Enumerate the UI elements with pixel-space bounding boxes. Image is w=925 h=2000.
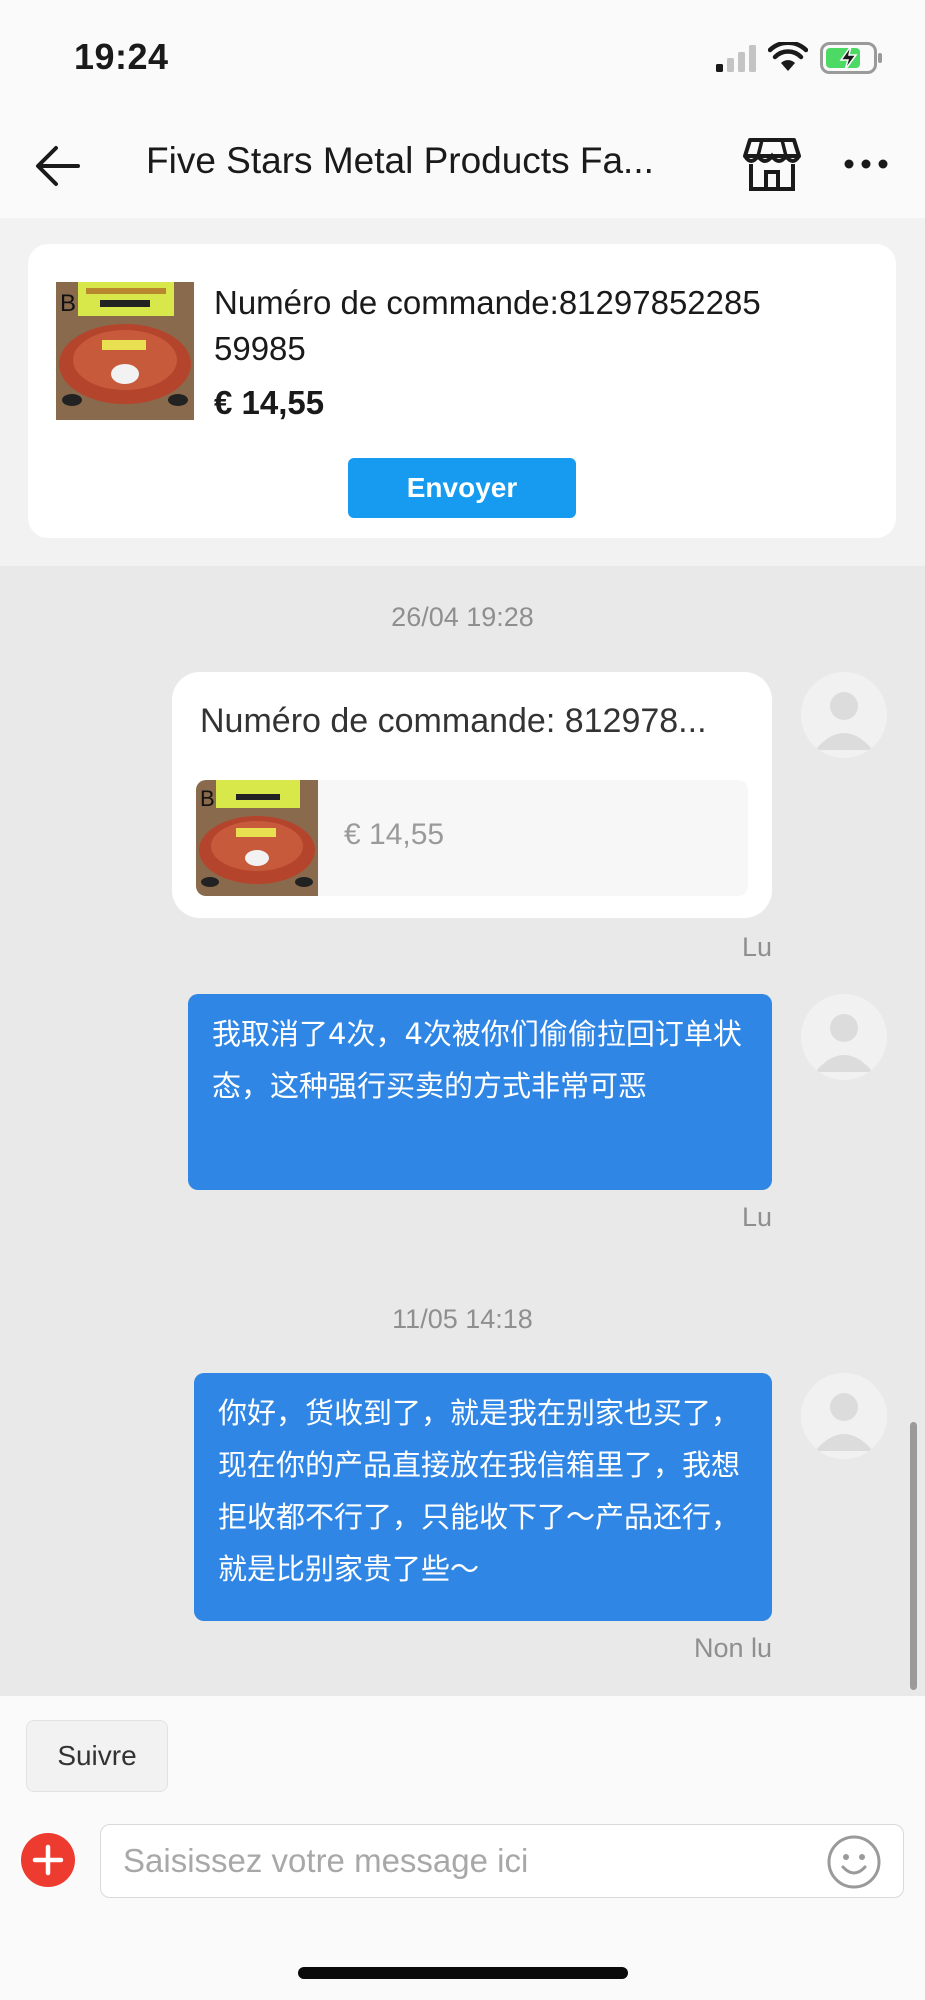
avatar[interactable] bbox=[801, 1373, 887, 1459]
unread-status: Non lu bbox=[693, 1633, 772, 1663]
more-icon[interactable] bbox=[842, 146, 890, 182]
thumb-label: B bbox=[200, 786, 215, 811]
store-name-title: Five Stars Metal Products Fa... bbox=[146, 140, 654, 181]
order-number-label: Numéro de commande:8129785228559985 bbox=[214, 284, 761, 367]
read-status: Lu bbox=[741, 932, 772, 962]
avatar[interactable] bbox=[801, 672, 887, 758]
avatar[interactable] bbox=[801, 994, 887, 1080]
cellular-signal-icon bbox=[716, 45, 756, 72]
message-input[interactable] bbox=[100, 1824, 904, 1898]
product-thumbnail[interactable]: B bbox=[56, 282, 194, 420]
thumb-label: B bbox=[60, 290, 77, 317]
home-indicator[interactable] bbox=[298, 1967, 628, 1979]
message-timestamp: 11/05 14:18 bbox=[392, 1304, 533, 1334]
wifi-icon bbox=[768, 42, 808, 71]
message-bubble[interactable]: 我取消了4次，4次被你们偷偷拉回订单状态，这种强行买卖的方式非常可恶 bbox=[188, 994, 772, 1190]
send-order-button[interactable]: Envoyer bbox=[348, 458, 576, 518]
chat-scrollbar[interactable] bbox=[910, 1422, 917, 1690]
message-timestamp: 26/04 19:28 bbox=[391, 602, 534, 632]
add-icon[interactable] bbox=[20, 1832, 76, 1888]
follow-button[interactable]: Suivre bbox=[26, 1720, 168, 1792]
battery-charging-icon bbox=[820, 42, 882, 74]
status-time: 19:24 bbox=[74, 36, 169, 77]
flower-pot-tray-image bbox=[56, 282, 194, 420]
shop-icon[interactable] bbox=[742, 134, 802, 194]
order-message-price: € 14,55 bbox=[344, 818, 445, 851]
user-avatar-icon bbox=[815, 1393, 873, 1451]
chat-screen: 19:24 Five Stars Metal Products Fa... B … bbox=[0, 0, 925, 2000]
emoji-icon[interactable] bbox=[826, 1834, 882, 1890]
user-avatar-icon bbox=[815, 1014, 873, 1072]
order-message-title: Numéro de commande: 812978... bbox=[200, 702, 707, 740]
order-message-product[interactable]: B € 14,55 bbox=[196, 780, 748, 896]
back-arrow-icon[interactable] bbox=[30, 138, 86, 194]
order-price: € 14,55 bbox=[214, 384, 325, 421]
message-bubble[interactable]: 你好，货收到了，就是我在别家也买了，现在你的产品直接放在我信箱里了，我想拒收都不… bbox=[194, 1373, 772, 1621]
status-bar: 19:24 bbox=[0, 0, 925, 118]
read-status: Lu bbox=[741, 1202, 772, 1232]
user-avatar-icon bbox=[815, 692, 873, 750]
